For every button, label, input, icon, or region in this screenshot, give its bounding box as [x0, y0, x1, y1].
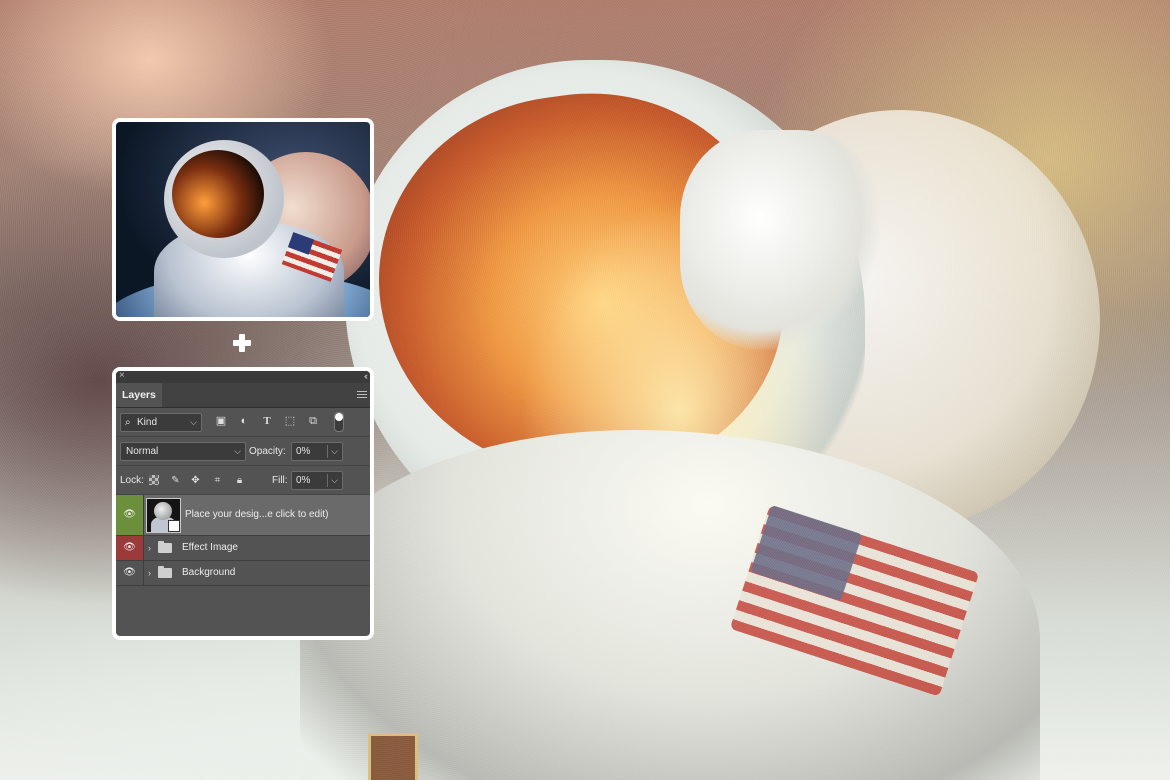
chevron-right-icon[interactable]: ›: [148, 561, 151, 585]
filter-toggle-switch[interactable]: [334, 412, 344, 432]
smart-object-badge-icon: [168, 520, 180, 532]
chevron-down-icon[interactable]: ⌵: [331, 443, 338, 460]
kind-filter-label: Kind: [137, 417, 158, 428]
field-separator: [327, 474, 328, 487]
thumb-helmet: [154, 502, 172, 520]
field-separator: [327, 445, 328, 458]
image-icon[interactable]: ▣: [214, 414, 228, 428]
tab-layers[interactable]: Layers: [116, 383, 162, 407]
type-icon[interactable]: T: [260, 414, 274, 428]
layer-thumbnail: [146, 498, 181, 533]
folder-icon: [158, 566, 172, 578]
plus-icon: [233, 334, 251, 352]
eye-icon[interactable]: 👁︎: [116, 495, 144, 535]
chevron-down-icon: ⌵: [190, 417, 197, 427]
close-icon[interactable]: ×: [119, 371, 125, 382]
layers-panel: × ‹‹ Layers ⌕ Kind ⌵ ▣ ◐ T ⬚ ⧉ Normal ⌵ …: [112, 367, 374, 640]
shape-icon[interactable]: ⬚: [283, 414, 297, 428]
layer-row-smart-object[interactable]: 👁︎ Place your desig...e click to edit): [116, 495, 370, 536]
chevron-down-icon: ⌵: [234, 446, 241, 456]
layer-name: Background: [182, 567, 236, 578]
panel-top-strip: × ‹‹: [116, 371, 370, 383]
panel-tab-row: Layers: [116, 383, 370, 408]
lock-label: Lock:: [120, 475, 144, 486]
lock-fill-row: Lock: ✎ ✥ ⌗ 🔒︎ Fill: 0% ⌵: [116, 466, 370, 495]
eye-icon[interactable]: 👁︎: [116, 536, 144, 560]
smart-object-icon[interactable]: ⧉: [306, 414, 320, 428]
lock-move-icon[interactable]: ✥: [189, 474, 202, 487]
lock-transparent-icon[interactable]: [149, 475, 159, 485]
blend-mode-select[interactable]: Normal ⌵: [120, 442, 246, 461]
layer-name: Effect Image: [182, 542, 238, 553]
panel-menu-icon[interactable]: [357, 391, 367, 399]
lock-all-icon[interactable]: 🔒︎: [233, 474, 246, 487]
opacity-label: Opacity:: [249, 446, 286, 457]
search-icon: ⌕: [125, 417, 131, 428]
layer-name: Place your desig...e click to edit): [185, 509, 329, 520]
eye-icon[interactable]: 👁︎: [116, 561, 144, 585]
layer-row-background[interactable]: 👁︎ › Background: [116, 561, 370, 586]
original-image-thumbnail: [112, 118, 374, 321]
collapse-icon[interactable]: ‹‹: [364, 371, 368, 382]
fill-field[interactable]: 0% ⌵: [291, 471, 343, 490]
thumb-visor: [172, 150, 264, 238]
fill-value: 0%: [296, 475, 311, 486]
blend-mode-value: Normal: [126, 446, 159, 457]
fill-label: Fill:: [272, 475, 288, 486]
chevron-right-icon[interactable]: ›: [148, 536, 151, 560]
lock-brush-icon[interactable]: ✎: [169, 474, 182, 487]
filter-row: ⌕ Kind ⌵ ▣ ◐ T ⬚ ⧉: [116, 408, 370, 437]
folder-icon: [158, 541, 172, 553]
chevron-down-icon[interactable]: ⌵: [331, 472, 338, 489]
lock-artboard-icon[interactable]: ⌗: [211, 474, 224, 487]
opacity-value: 0%: [296, 446, 311, 457]
layer-row-effect-image[interactable]: 👁︎ › Effect Image: [116, 536, 370, 561]
kind-filter-select[interactable]: ⌕ Kind ⌵: [120, 413, 202, 432]
opacity-field[interactable]: 0% ⌵: [291, 442, 343, 461]
adjustment-icon[interactable]: ◐: [237, 414, 251, 428]
blend-opacity-row: Normal ⌵ Opacity: 0% ⌵: [116, 437, 370, 466]
